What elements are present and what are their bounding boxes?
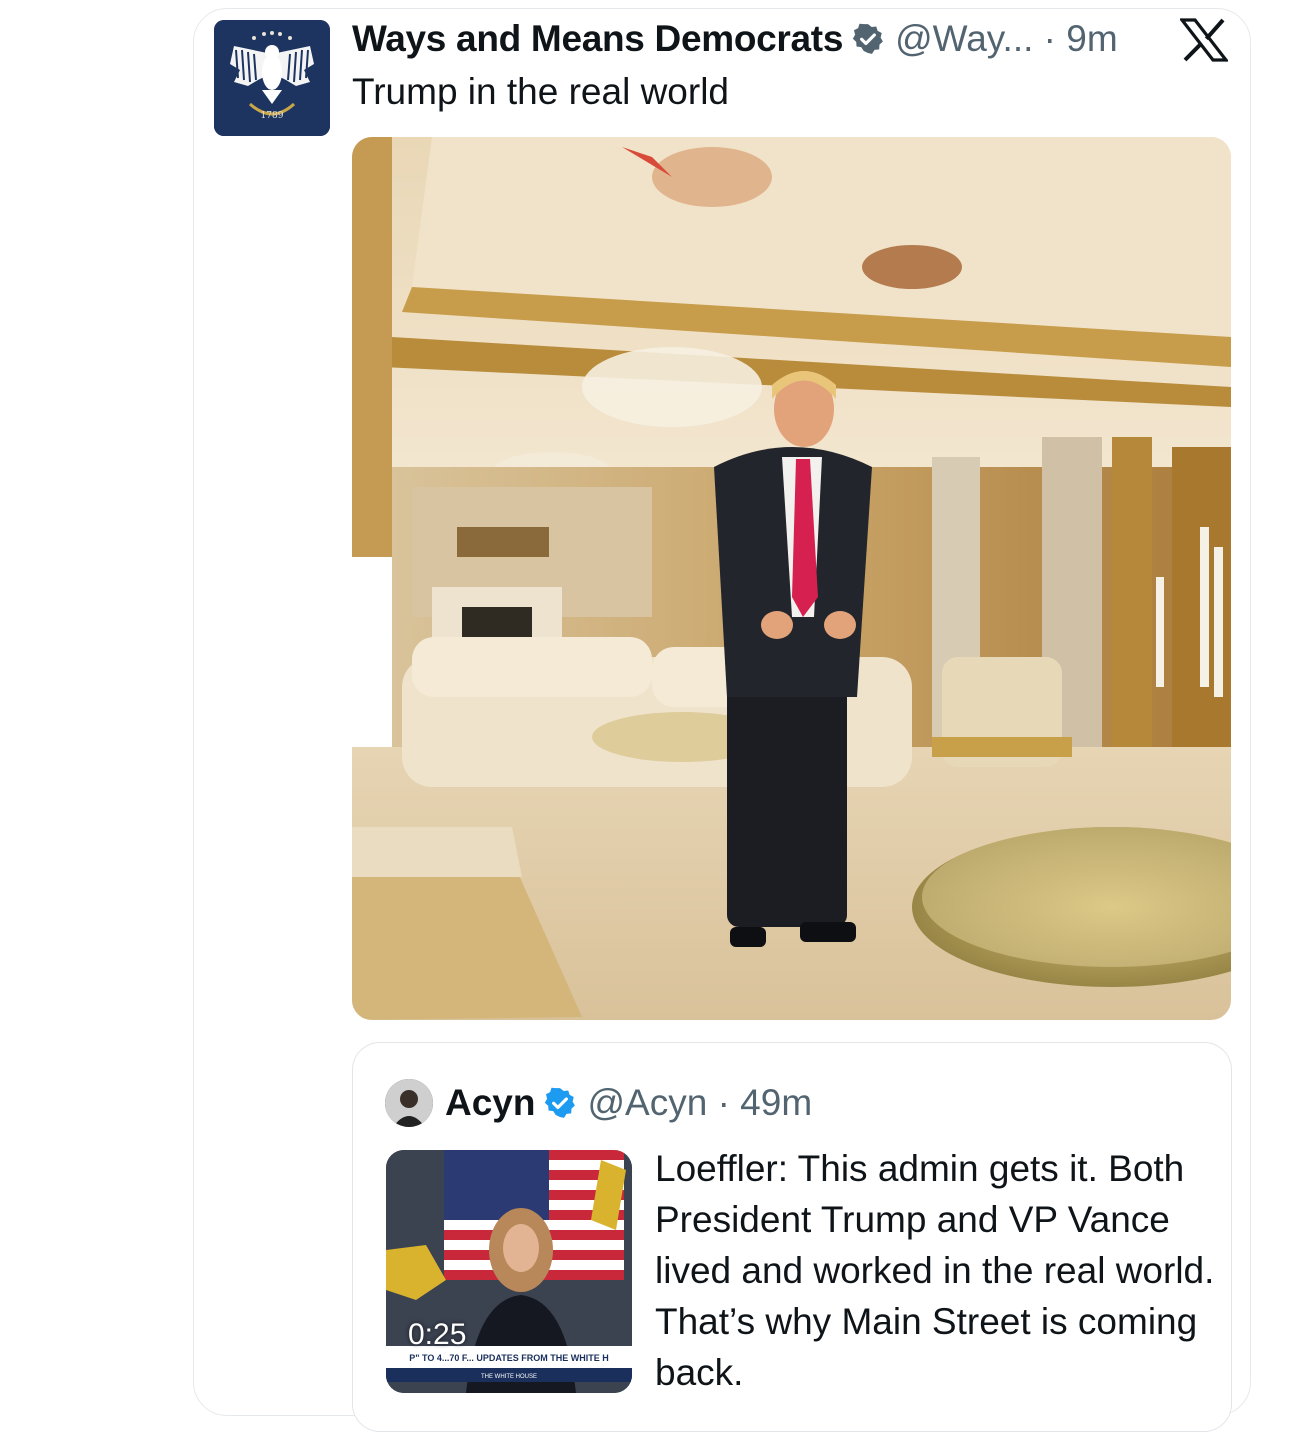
video-thumbnail-image: P" TO 4...70 F... UPDATES FROM THE WHITE… (386, 1150, 632, 1393)
avatar-year: 1789 (261, 111, 284, 121)
author-avatar[interactable]: 1789 (214, 20, 330, 136)
tweet-photo[interactable] (352, 137, 1231, 1020)
video-subbanner-text: THE WHITE HOUSE (481, 1374, 537, 1380)
tweet-text: Trump in the real world (352, 71, 729, 112)
x-logo-icon[interactable] (1180, 18, 1228, 62)
quoted-tweet-header: Acyn @Acyn · 49m (385, 1077, 812, 1129)
tweet-header: Ways and Means Democrats @Way... · 9m (352, 14, 1118, 64)
quoted-author-name[interactable]: Acyn (445, 1082, 535, 1124)
video-banner-text: P" TO 4...70 F... UPDATES FROM THE WHITE… (409, 1353, 608, 1363)
quoted-video-thumbnail[interactable]: P" TO 4...70 F... UPDATES FROM THE WHITE… (386, 1150, 632, 1393)
eagle-seal-icon: 1789 (214, 20, 330, 136)
video-duration: 0:25 (408, 1318, 467, 1351)
penthouse-photo-image (352, 137, 1231, 1020)
author-name[interactable]: Ways and Means Democrats (352, 18, 843, 60)
verified-badge-icon (852, 23, 883, 54)
quoted-tweet-text: Loeffler: This admin gets it. Both Presi… (655, 1148, 1215, 1393)
verified-badge-icon (545, 1087, 576, 1118)
acyn-avatar-icon (385, 1079, 433, 1127)
author-handle-time[interactable]: @Way... · 9m (895, 18, 1118, 60)
quoted-author-handle-time[interactable]: @Acyn · 49m (587, 1082, 812, 1124)
quoted-author-avatar[interactable] (385, 1079, 433, 1127)
